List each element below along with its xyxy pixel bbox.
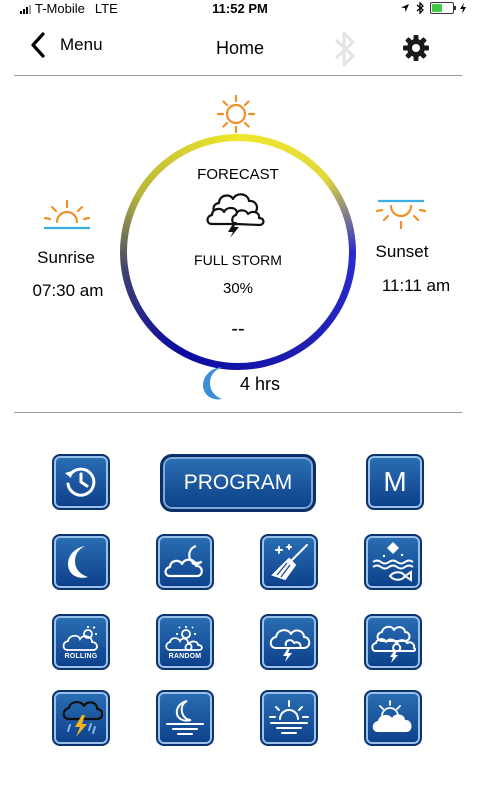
history-button[interactable] [52,454,110,510]
forecast-percent: 30% [222,280,254,297]
full-storm-button[interactable] [364,614,422,670]
broom-sparkle-icon [271,544,308,581]
cloud-moon-icon [164,544,203,578]
sunrise-mode-button[interactable] [260,690,318,746]
random-cloud-icon [165,625,203,651]
sunset-label: Sunset [375,242,429,261]
sunrise-time: 07:30 am [32,281,104,300]
moonset-button[interactable] [156,690,214,746]
random-label: RANDOM [168,652,202,660]
middle-divider [14,412,462,413]
moonset-icon [166,700,204,735]
bluetooth-status-icon [416,2,424,14]
sun-icon [216,94,256,134]
status-icons [400,2,466,14]
storm-cloud-icon [206,193,265,238]
gear-icon[interactable] [402,34,430,62]
sunrise-icon [43,199,91,230]
storm-clouds-icon [371,625,416,663]
sunset-icon [375,199,427,230]
random-clouds-button[interactable]: RANDOM [156,614,214,670]
fish-feed-icon [372,542,414,582]
night-mode-button[interactable] [52,534,110,590]
lightning-rain-cloud-icon [62,701,103,737]
program-button[interactable]: PROGRAM [160,454,316,512]
sunset-time: 11:11 am [381,276,451,295]
forecast-label: FORECAST [197,166,279,183]
rolling-cloud-icon [62,625,98,651]
sunrise-label: Sunrise [37,248,95,267]
bluetooth-icon[interactable] [332,28,358,70]
rolling-label: ROLLING [64,652,98,660]
forecast-condition: FULL STORM [194,252,282,268]
forecast-value: -- [231,318,245,340]
clean-button[interactable] [260,534,318,590]
location-icon [401,4,409,12]
battery-icon [430,2,456,14]
status-bar: T-Mobile LTE 11:52 PM [0,0,480,20]
history-icon [65,467,96,497]
moon-icon [203,367,222,400]
moon-duration: 4 hrs [240,374,281,394]
cloudy-day-button[interactable] [364,690,422,746]
navigation-bar: Menu Home [0,28,480,74]
cloudy-night-button[interactable] [156,534,214,590]
horizon-sun-icon [269,700,309,734]
thunder-cloud-icon [269,629,311,662]
crescent-moon-icon [68,546,88,578]
charging-icon [460,2,466,14]
rolling-clouds-button[interactable]: ROLLING [52,614,110,670]
sun-cloud-icon [372,700,412,732]
top-divider [14,75,462,76]
manual-mode-button[interactable]: M [366,454,424,510]
lightning-storm-button[interactable] [52,690,110,746]
feed-button[interactable] [364,534,422,590]
storm-button[interactable] [260,614,318,670]
